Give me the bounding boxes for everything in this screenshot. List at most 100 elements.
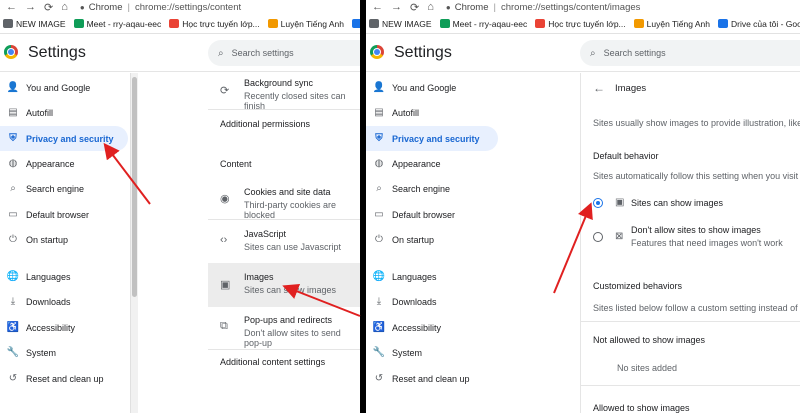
sidebar-item-label: System bbox=[392, 347, 423, 358]
option-block-images[interactable]: ⊠ Don't allow sites to show images Featu… bbox=[581, 221, 800, 253]
sidebar-item-downloads[interactable]: ⤓ Downloads bbox=[366, 289, 496, 314]
sidebar-item-languages[interactable]: 🌐 Languages bbox=[366, 264, 496, 289]
accessibility-icon: ♿ bbox=[372, 322, 386, 333]
javascript-row[interactable]: ‹› JavaScript Sites can use Javascript bbox=[208, 225, 360, 257]
sidebar-item-on-startup[interactable]: ⏻ On startup bbox=[0, 227, 130, 252]
person-icon: 👤 bbox=[6, 82, 20, 93]
back-arrow-icon[interactable]: ← bbox=[593, 81, 605, 95]
sidebar-item-privacy-and-security[interactable]: ⛨ Privacy and security bbox=[366, 126, 498, 151]
sidebar-item-accessibility[interactable]: ♿ Accessibility bbox=[366, 315, 496, 340]
url-text[interactable]: chrome://settings/content/images bbox=[501, 2, 640, 13]
sidebar-item-search-engine[interactable]: ⌕ Search engine bbox=[366, 176, 496, 201]
sidebar-item-label: System bbox=[26, 347, 57, 358]
bookmark-item[interactable]: Drive của tôi - Goo... bbox=[717, 19, 800, 29]
reset-icon: ↺ bbox=[374, 373, 384, 384]
meet-icon bbox=[73, 19, 84, 28]
sidebar-item-label: Languages bbox=[392, 271, 437, 282]
search-input[interactable]: ⌕ Search settings bbox=[580, 40, 800, 66]
sidebar-scrollbar[interactable] bbox=[130, 73, 138, 413]
bookmark-item[interactable]: Học trực tuyến lớp... bbox=[535, 19, 626, 29]
scrollbar-thumb[interactable] bbox=[132, 77, 137, 297]
bookmark-label: Meet - rry-aqau-eec bbox=[86, 18, 162, 29]
sidebar-item-you-and-google[interactable]: 👤 You and Google bbox=[366, 75, 496, 100]
divider bbox=[208, 219, 360, 220]
forward-arrow-icon[interactable]: → bbox=[391, 1, 402, 14]
sidebar-item-default-browser[interactable]: ▭ Default browser bbox=[0, 202, 130, 227]
background-sync-row[interactable]: ⟳ Background sync Recently closed sites … bbox=[208, 75, 360, 111]
sidebar-item-system[interactable]: 🔧 System bbox=[0, 340, 130, 365]
cookies-row[interactable]: ◉ Cookies and site data Third-party cook… bbox=[208, 183, 360, 220]
bookmark-item[interactable]: Meet - rry-aqau-eec bbox=[73, 18, 162, 29]
back-arrow-icon[interactable]: ← bbox=[6, 1, 17, 14]
chrome-logo-icon bbox=[4, 45, 18, 59]
popup-icon: ⧉ bbox=[220, 320, 228, 332]
sidebar-item-languages[interactable]: 🌐 Languages bbox=[0, 264, 130, 289]
bookmark-item[interactable]: NEW IMAGE bbox=[3, 19, 66, 29]
content-panel: ← Images Sites usually show images to pr… bbox=[580, 73, 800, 413]
search-input[interactable]: ⌕ Search settings bbox=[208, 40, 360, 66]
bookmark-item[interactable]: Meet - rry-aqau-eec bbox=[439, 19, 527, 29]
search-icon: ⌕ bbox=[590, 47, 596, 59]
search-icon: ⌕ bbox=[218, 47, 224, 59]
bookmark-label: NEW IMAGE bbox=[16, 18, 66, 29]
bookmark-icon bbox=[633, 19, 644, 28]
popups-row[interactable]: ⧉ Pop-ups and redirects Don't allow site… bbox=[208, 311, 360, 348]
image-off-icon: ⊠ bbox=[615, 231, 624, 242]
option-allow-images[interactable]: ▣ Sites can show images bbox=[581, 191, 800, 215]
sidebar-item-autofill[interactable]: ▤ Autofill bbox=[0, 100, 130, 125]
sidebar-item-privacy-and-security[interactable]: ⛨ Privacy and security bbox=[0, 126, 128, 151]
search-placeholder: Search settings bbox=[603, 48, 666, 58]
back-arrow-icon[interactable]: ← bbox=[372, 1, 383, 14]
home-icon[interactable]: ⌂ bbox=[61, 1, 68, 14]
images-row[interactable]: ▣ Images Sites can show images bbox=[208, 267, 360, 303]
bookmark-item[interactable]: NEW IMAGE bbox=[369, 19, 432, 29]
additional-content-settings-link[interactable]: Additional content settings bbox=[220, 357, 325, 367]
chrome-logo-icon bbox=[370, 45, 384, 59]
bookmark-item[interactable]: Học trực tuyến lớp... bbox=[169, 19, 260, 29]
bookmark-icon bbox=[169, 19, 180, 28]
radio-selected[interactable] bbox=[593, 198, 603, 208]
reload-icon[interactable]: ⟳ bbox=[44, 1, 53, 14]
settings-header: Settings ⌕ Search settings bbox=[0, 34, 360, 72]
url-text[interactable]: chrome://settings/content bbox=[135, 2, 241, 13]
sidebar-item-label: Search engine bbox=[392, 183, 451, 194]
sidebar-item-on-startup[interactable]: ⏻ On startup bbox=[366, 227, 496, 252]
page-title: Settings bbox=[28, 44, 86, 61]
sidebar-item-system[interactable]: 🔧 System bbox=[366, 340, 496, 365]
bookmark-item[interactable]: Luyện Tiếng Anh bbox=[267, 19, 344, 29]
sidebar-item-appearance[interactable]: ◍ Appearance bbox=[366, 151, 496, 176]
radio-unselected[interactable] bbox=[593, 232, 603, 242]
sidebar-item-accessibility[interactable]: ♿ Accessibility bbox=[0, 315, 130, 340]
site-info-icon[interactable]: ● bbox=[80, 3, 85, 12]
row-desc: Recently closed sites can finish bbox=[244, 91, 346, 111]
site-info-icon[interactable]: ● bbox=[446, 3, 451, 12]
sidebar-item-reset-and-clean-up[interactable]: ↺ Reset and clean up bbox=[366, 366, 496, 391]
reload-icon[interactable]: ⟳ bbox=[410, 1, 419, 14]
bookmark-item[interactable]: Drive của tôi - Goo... bbox=[351, 19, 360, 29]
additional-permissions-link[interactable]: Additional permissions bbox=[220, 119, 310, 129]
sidebar-item-downloads[interactable]: ⤓ Downloads bbox=[0, 289, 130, 314]
screenshot-composite: ← → ⟳ ⌂ ● Chrome | chrome://settings/con… bbox=[0, 0, 800, 413]
sidebar-item-default-browser[interactable]: ▭ Default browser bbox=[366, 202, 496, 227]
address-bar: ← → ⟳ ⌂ ● Chrome | chrome://settings/con… bbox=[366, 0, 800, 14]
drive-icon bbox=[351, 19, 360, 28]
sync-icon: ⟳ bbox=[220, 85, 230, 97]
bookmark-icon bbox=[267, 19, 278, 28]
sidebar-item-search-engine[interactable]: ⌕ Search engine bbox=[0, 176, 130, 201]
sidebar-item-autofill[interactable]: ▤ Autofill bbox=[366, 100, 496, 125]
home-icon[interactable]: ⌂ bbox=[427, 1, 434, 14]
intro-text: Sites usually show images to provide ill… bbox=[593, 118, 800, 128]
globe-icon: 🌐 bbox=[6, 271, 20, 282]
nav-buttons: ← → ⟳ ⌂ bbox=[6, 1, 68, 14]
sidebar-item-appearance[interactable]: ◍ Appearance bbox=[0, 151, 130, 176]
reset-icon: ↺ bbox=[8, 373, 18, 384]
sidebar-item-label: Downloads bbox=[392, 296, 437, 307]
divider bbox=[581, 321, 800, 322]
forward-arrow-icon[interactable]: → bbox=[25, 1, 36, 14]
power-icon: ⏻ bbox=[375, 234, 383, 245]
bookmark-item[interactable]: Luyện Tiếng Anh bbox=[633, 19, 710, 29]
sidebar-item-reset-and-clean-up[interactable]: ↺ Reset and clean up bbox=[0, 366, 130, 391]
search-icon: ⌕ bbox=[10, 183, 16, 194]
not-allowed-heading: Not allowed to show images bbox=[593, 335, 706, 345]
sidebar-item-you-and-google[interactable]: 👤 You and Google bbox=[0, 75, 130, 100]
